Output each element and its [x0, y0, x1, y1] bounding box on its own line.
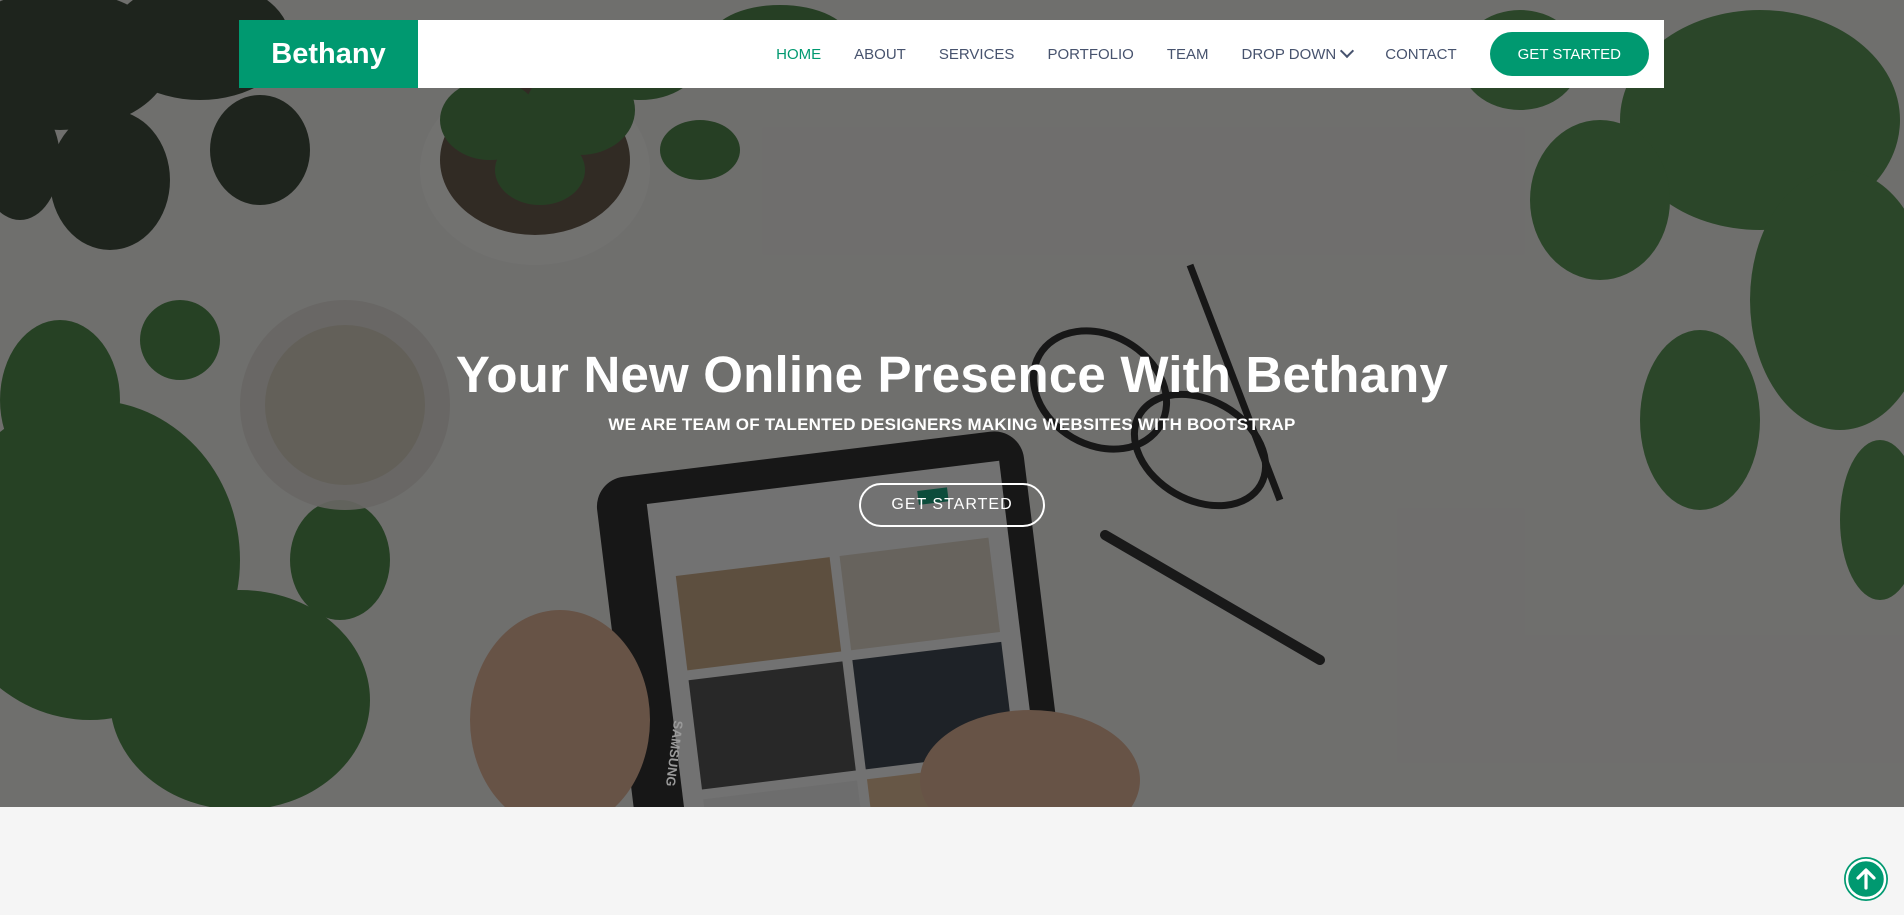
- brand-logo[interactable]: Bethany: [239, 20, 418, 88]
- nav-item-team[interactable]: TEAM: [1167, 46, 1209, 63]
- main-nav: HOME ABOUT SERVICES PORTFOLIO TEAM DROP …: [743, 32, 1649, 76]
- hero-title: Your New Online Presence With Bethany: [455, 346, 1449, 403]
- chevron-down-icon: [1340, 43, 1355, 59]
- nav-item-portfolio[interactable]: PORTFOLIO: [1047, 46, 1133, 63]
- tablet-brand-text: SAMSUNG: [663, 720, 686, 788]
- site-header: Bethany HOME ABOUT SERVICES PORTFOLIO TE…: [239, 20, 1664, 88]
- tablet-brand-label: SAMSUNG: [663, 720, 686, 788]
- back-to-top-button[interactable]: [1844, 857, 1888, 901]
- hero-subtitle: WE ARE TEAM OF TALENTED DESIGNERS MAKING…: [608, 415, 1296, 434]
- nav-item-contact[interactable]: CONTACT: [1385, 46, 1456, 63]
- nav-item-home[interactable]: HOME: [776, 46, 821, 63]
- arrow-up-circle-icon: [1845, 858, 1887, 900]
- nav-item-drop-down[interactable]: DROP DOWN: [1241, 43, 1355, 63]
- next-section: [0, 807, 1904, 915]
- nav-item-services[interactable]: SERVICES: [939, 46, 1015, 63]
- get-started-nav-button[interactable]: GET STARTED: [1489, 32, 1649, 76]
- nav-item-drop-down-label: DROP DOWN: [1241, 45, 1337, 63]
- get-started-hero-button[interactable]: GET STARTED: [859, 483, 1045, 527]
- nav-item-about[interactable]: ABOUT: [854, 46, 906, 63]
- page: Bethany HOME ABOUT SERVICES PORTFOLIO TE…: [0, 0, 1904, 915]
- hero-content: Your New Online Presence With Bethany WE…: [0, 340, 1904, 527]
